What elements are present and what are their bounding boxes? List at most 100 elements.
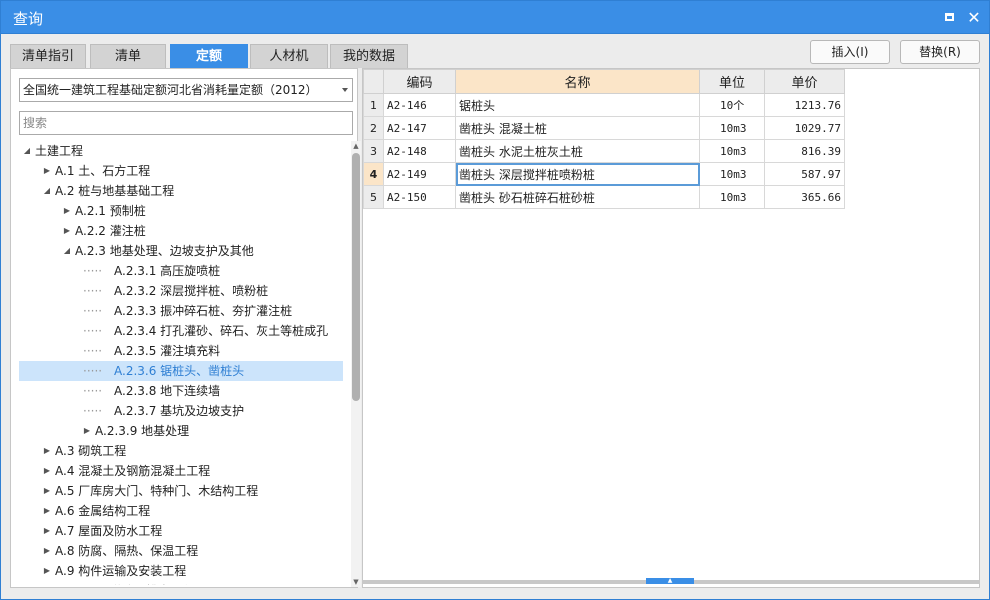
cell-unit[interactable]: 10m3: [699, 162, 765, 186]
cell-name[interactable]: 凿桩头 深层搅拌桩喷粉桩: [455, 162, 700, 186]
cell-unit[interactable]: 10m3: [699, 185, 765, 209]
search-input[interactable]: [19, 111, 353, 135]
replace-button[interactable]: 替换(R): [900, 40, 980, 64]
cell-code[interactable]: A2-146: [383, 93, 456, 117]
tree-node[interactable]: ▶ A.5 厂库房大门、特种门、木结构工程: [19, 481, 343, 501]
cell-price[interactable]: 365.66: [764, 185, 845, 209]
tree-node[interactable]: ····· A.2.3.1 高压旋喷桩: [19, 261, 343, 281]
cell-unit[interactable]: 10m3: [699, 116, 765, 140]
tree-connector: ·····: [83, 404, 103, 418]
tab-my-data[interactable]: 我的数据: [330, 44, 408, 68]
cell-name[interactable]: 锯桩头: [455, 93, 700, 117]
tree-node-label: 土建工程: [35, 144, 84, 158]
collapsed-arrow-icon[interactable]: ▶: [41, 501, 53, 521]
cell-unit[interactable]: 10m3: [699, 139, 765, 163]
row-index[interactable]: 5: [363, 185, 384, 209]
table-row[interactable]: 3 A2-148 凿桩头 水泥土桩灰土桩 10m3 816.39: [363, 139, 845, 163]
tree-node[interactable]: ▶ A.6 金属结构工程: [19, 501, 343, 521]
tree-node[interactable]: ▶ A.9 构件运输及安装工程: [19, 561, 343, 581]
insert-button[interactable]: 插入(I): [810, 40, 890, 64]
collapsed-arrow-icon[interactable]: ▶: [41, 521, 53, 541]
header-name[interactable]: 名称: [455, 69, 700, 94]
scroll-down-icon[interactable]: ▼: [351, 577, 361, 587]
tree-node[interactable]: ····· A.2.3.3 振冲碎石桩、夯扩灌注桩: [19, 301, 343, 321]
table-row[interactable]: 5 A2-150 凿桩头 砂石桩碎石桩砂桩 10m3 365.66: [363, 185, 845, 209]
tree-node[interactable]: ▶A.10 厂区道路及排水工程: [19, 581, 343, 585]
row-index[interactable]: 4: [363, 162, 384, 186]
cell-name[interactable]: 凿桩头 水泥土桩灰土桩: [455, 139, 700, 163]
tab-list[interactable]: 清单: [90, 44, 166, 68]
tree-node[interactable]: ▶ A.1 土、石方工程: [19, 161, 343, 181]
collapsed-arrow-icon[interactable]: ▶: [61, 221, 73, 241]
tab-quota[interactable]: 定额: [170, 44, 248, 68]
tree-node[interactable]: ◢ A.2 桩与地基基础工程: [19, 181, 343, 201]
row-index[interactable]: 3: [363, 139, 384, 163]
collapsed-arrow-icon[interactable]: ▶: [41, 161, 53, 181]
tree-node-label: A.2.3.1 高压旋喷桩: [114, 264, 221, 278]
tree-node[interactable]: ▶ A.2.1 预制桩: [19, 201, 343, 221]
tree-node[interactable]: ····· A.2.3.7 基坑及边坡支护: [19, 401, 343, 421]
table-row[interactable]: 1 A2-146 锯桩头 10个 1213.76: [363, 93, 845, 117]
tree-node[interactable]: ····· A.2.3.2 深层搅拌桩、喷粉桩: [19, 281, 343, 301]
tree-node-label: A.2.1 预制桩: [75, 204, 146, 218]
maximize-icon[interactable]: [939, 8, 959, 28]
tree-node-label: A.10 厂区道路及排水工程: [55, 581, 194, 585]
collapsed-arrow-icon[interactable]: ▶: [41, 561, 53, 581]
expanded-arrow-icon[interactable]: ◢: [41, 181, 53, 201]
row-index[interactable]: 2: [363, 116, 384, 140]
cell-name[interactable]: 凿桩头 砂石桩碎石桩砂桩: [455, 185, 700, 209]
tree-node[interactable]: ▶ A.4 混凝土及钢筋混凝土工程: [19, 461, 343, 481]
tree-node[interactable]: ····· A.2.3.4 打孔灌砂、碎石、灰土等桩成孔: [19, 321, 343, 341]
tree-node-label: A.8 防腐、隔热、保温工程: [55, 544, 199, 558]
cell-unit[interactable]: 10个: [699, 93, 765, 117]
header-unit[interactable]: 单位: [699, 69, 765, 94]
tree-node[interactable]: ◢ 土建工程: [19, 141, 343, 161]
tree-node[interactable]: ◢ A.2.3 地基处理、边坡支护及其他: [19, 241, 343, 261]
scroll-up-icon[interactable]: ▲: [351, 141, 361, 151]
expanded-arrow-icon[interactable]: ◢: [21, 141, 33, 161]
cell-code[interactable]: A2-147: [383, 116, 456, 140]
close-icon[interactable]: ✕: [964, 8, 984, 28]
tree-node[interactable]: ▶ A.2.2 灌注桩: [19, 221, 343, 241]
collapsed-arrow-icon[interactable]: ▶: [41, 461, 53, 481]
collapsed-arrow-icon[interactable]: ▶: [41, 481, 53, 501]
tree-node[interactable]: ····· A.2.3.6 锯桩头、凿桩头: [19, 361, 343, 381]
collapse-handle-icon[interactable]: ▲: [646, 578, 694, 584]
tree-scrollbar[interactable]: ▲ ▼: [351, 141, 361, 587]
cell-code[interactable]: A2-148: [383, 139, 456, 163]
cell-code[interactable]: A2-150: [383, 185, 456, 209]
table-row[interactable]: 2 A2-147 凿桩头 混凝土桩 10m3 1029.77: [363, 116, 845, 140]
cell-code[interactable]: A2-149: [383, 162, 456, 186]
collapsed-arrow-icon[interactable]: ▶: [41, 541, 53, 561]
scroll-thumb[interactable]: [352, 153, 360, 401]
table-row[interactable]: 4 A2-149 凿桩头 深层搅拌桩喷粉桩 10m3 587.97: [363, 162, 845, 186]
tab-labor-material-machine[interactable]: 人材机: [250, 44, 328, 68]
tree-node-label: A.6 金属结构工程: [55, 504, 151, 518]
quota-library-dropdown[interactable]: 全国统一建筑工程基础定额河北省消耗量定额（2012）: [19, 78, 353, 102]
cell-price[interactable]: 587.97: [764, 162, 845, 186]
header-code[interactable]: 编码: [383, 69, 456, 94]
tree-connector: ·····: [83, 284, 103, 298]
tree-node[interactable]: ····· A.2.3.8 地下连续墙: [19, 381, 343, 401]
cell-price[interactable]: 816.39: [764, 139, 845, 163]
quota-table: 编码 名称 单位 单价 1 A2-146 锯桩头 10个 1213.76 2 A2-147 凿…: [363, 69, 845, 209]
cell-price[interactable]: 1213.76: [764, 93, 845, 117]
header-price[interactable]: 单价: [764, 69, 845, 94]
tree-node[interactable]: ▶ A.2.3.9 地基处理: [19, 421, 343, 441]
expanded-arrow-icon[interactable]: ◢: [61, 241, 73, 261]
row-index[interactable]: 1: [363, 93, 384, 117]
cell-price[interactable]: 1029.77: [764, 116, 845, 140]
tab-list-guide[interactable]: 清单指引: [10, 44, 86, 68]
collapsed-arrow-icon[interactable]: ▶: [61, 201, 73, 221]
tree-node-label: A.4 混凝土及钢筋混凝土工程: [55, 464, 211, 478]
tree-node[interactable]: ▶ A.8 防腐、隔热、保温工程: [19, 541, 343, 561]
collapsed-arrow-icon[interactable]: ▶: [41, 581, 53, 585]
collapsed-arrow-icon[interactable]: ▶: [81, 421, 93, 441]
tree-node[interactable]: ▶ A.7 屋面及防水工程: [19, 521, 343, 541]
tree-node[interactable]: ▶ A.3 砌筑工程: [19, 441, 343, 461]
left-panel: 全国统一建筑工程基础定额河北省消耗量定额（2012） ◢土建工程▶A.1 土、石…: [10, 68, 361, 588]
collapsed-arrow-icon[interactable]: ▶: [41, 441, 53, 461]
cell-name[interactable]: 凿桩头 混凝土桩: [455, 116, 700, 140]
tree-node[interactable]: ····· A.2.3.5 灌注填充料: [19, 341, 343, 361]
panel-splitter[interactable]: ▲: [362, 578, 980, 584]
